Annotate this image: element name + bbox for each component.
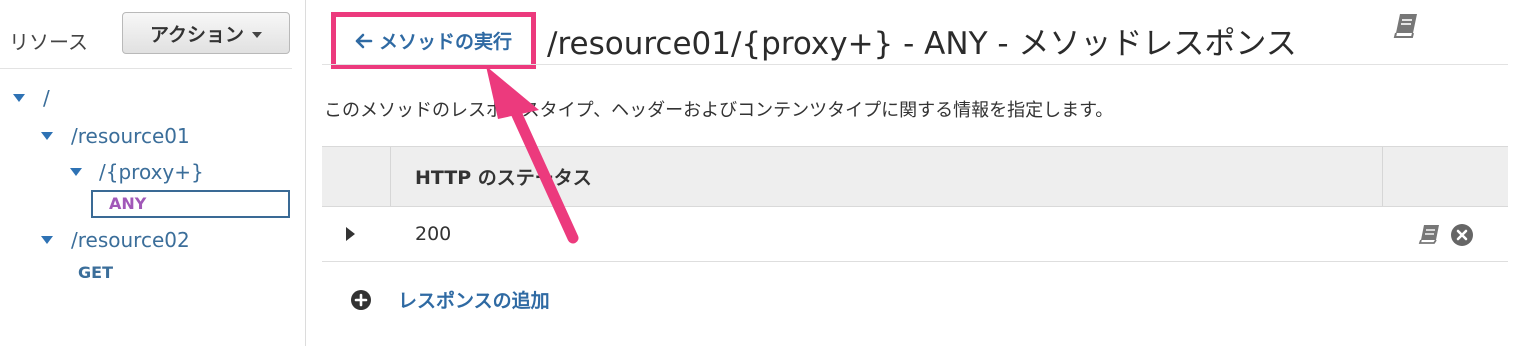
method-response-table: HTTP のステータス 200	[322, 146, 1508, 262]
resources-label: リソース	[9, 30, 88, 54]
tree-item-label: /	[43, 86, 50, 110]
caret-down-icon[interactable]	[70, 168, 82, 176]
tree-item-root[interactable]: /	[13, 86, 50, 110]
column-header-http-status: HTTP のステータス	[415, 167, 592, 189]
add-response-label: レスポンスの追加	[398, 290, 550, 312]
tree-item-label: /resource01	[71, 124, 190, 148]
arrow-left-icon	[355, 33, 373, 48]
caret-down-icon[interactable]	[41, 236, 53, 244]
plus-circle-icon	[351, 289, 371, 310]
back-link-label: メソッドの実行	[378, 31, 512, 53]
caret-right-icon[interactable]	[346, 227, 355, 241]
column-divider	[1382, 147, 1383, 206]
table-row: 200	[322, 207, 1508, 262]
resources-panel: リソース アクション / /resource01 /{proxy+} ANY /…	[0, 0, 306, 346]
close-circle-icon[interactable]	[1450, 223, 1474, 247]
tree-item-label: /resource02	[71, 228, 190, 252]
tree-item-proxy[interactable]: /{proxy+}	[70, 160, 204, 184]
panel-divider	[0, 68, 292, 69]
description-text: このメソッドのレスポンスタイプ、ヘッダーおよびコンテンツタイプに関する情報を指定…	[324, 100, 1114, 121]
actions-label: アクション	[149, 23, 245, 46]
actions-dropdown-button[interactable]: アクション	[122, 12, 290, 54]
panel-divider-vertical	[305, 0, 306, 346]
header-divider	[322, 64, 1508, 65]
caret-down-icon[interactable]	[13, 94, 25, 102]
method-execution-back-link[interactable]: メソッドの実行	[331, 12, 536, 69]
status-code: 200	[415, 223, 452, 245]
tree-method-get[interactable]: GET	[78, 263, 113, 282]
tree-item-resource02[interactable]: /resource02	[41, 228, 190, 252]
add-response-button[interactable]: レスポンスの追加	[350, 286, 550, 313]
caret-down-icon[interactable]	[41, 132, 53, 140]
tree-item-label: /{proxy+}	[99, 160, 204, 184]
chevron-down-icon	[252, 31, 263, 38]
table-header: HTTP のステータス	[322, 146, 1508, 207]
column-divider	[390, 147, 391, 206]
tree-item-resource01[interactable]: /resource01	[41, 124, 190, 148]
book-icon[interactable]	[1392, 11, 1422, 41]
book-icon[interactable]	[1418, 223, 1442, 245]
page-title: /resource01/{proxy+} - ANY - メソッドレスポンス	[547, 26, 1297, 62]
tree-method-any-selected[interactable]: ANY	[91, 190, 290, 218]
